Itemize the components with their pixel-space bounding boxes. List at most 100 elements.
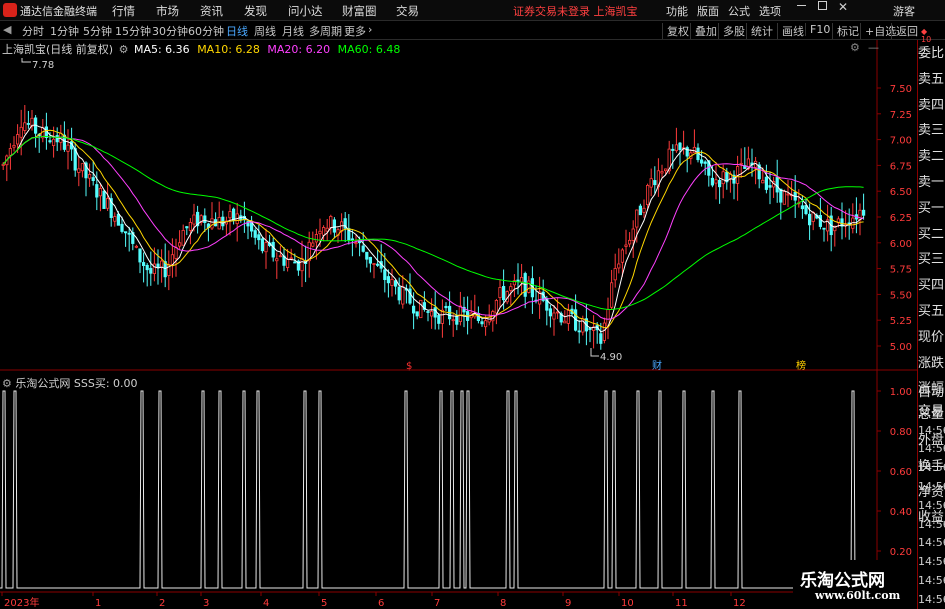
candle-body bbox=[375, 263, 380, 266]
sub-tick-label: 0.60 bbox=[890, 467, 912, 478]
price-tick-label: 7.50 bbox=[890, 84, 912, 95]
period-30min[interactable]: 30分钟 bbox=[152, 23, 188, 39]
chevron-right-icon[interactable]: › bbox=[368, 23, 372, 36]
sidebar-field-11: 现价 bbox=[918, 330, 945, 345]
settings-icon[interactable]: ⚙ bbox=[119, 43, 129, 56]
candle-body bbox=[203, 215, 207, 223]
candle-body bbox=[613, 268, 617, 281]
candle-body bbox=[628, 239, 632, 245]
candle-body bbox=[23, 122, 27, 131]
candle-body bbox=[26, 123, 31, 125]
candle-body bbox=[98, 188, 102, 197]
candle-body bbox=[779, 188, 783, 203]
menu-formula[interactable]: 公式 bbox=[728, 3, 750, 19]
menu-market-quote[interactable]: 行情 bbox=[112, 3, 135, 19]
minimize-icon[interactable] bbox=[797, 5, 806, 6]
sidebar-trade-9: 14:56 bbox=[918, 555, 945, 568]
candle-body bbox=[768, 185, 772, 188]
tool-draw-line[interactable]: 画线 bbox=[777, 23, 804, 39]
candle-body bbox=[325, 227, 329, 232]
low-price-label: 4.90 bbox=[600, 352, 622, 363]
candle-body bbox=[638, 205, 643, 216]
toolbar-arrow-icon[interactable]: ◀ bbox=[3, 23, 11, 36]
candle-body bbox=[800, 205, 805, 210]
candle-body bbox=[397, 286, 401, 301]
event-marker[interactable]: $ bbox=[406, 361, 412, 372]
candle-body bbox=[170, 254, 174, 265]
candle-body bbox=[660, 171, 664, 174]
candle-body bbox=[141, 262, 146, 266]
menu-trade[interactable]: 交易 bbox=[396, 3, 419, 19]
tool-f10[interactable]: F10 bbox=[805, 23, 830, 36]
candle-body bbox=[19, 126, 23, 138]
period-daily[interactable]: 日线 bbox=[226, 23, 248, 39]
sidebar-field-1: 卖五 bbox=[918, 72, 945, 87]
candle-body bbox=[714, 179, 718, 184]
period-multi[interactable]: 多周期 bbox=[309, 23, 342, 39]
candle-body bbox=[289, 257, 293, 260]
candle-body bbox=[419, 299, 423, 319]
tool-statistics[interactable]: 统计 bbox=[746, 23, 773, 39]
candle-body bbox=[55, 135, 59, 143]
sidebar-trade-4: 14:56 bbox=[918, 461, 945, 474]
candle-body bbox=[285, 259, 290, 268]
candle-body bbox=[588, 328, 592, 330]
candle-body bbox=[653, 180, 657, 186]
candle-body bbox=[563, 320, 567, 324]
candle-body bbox=[516, 279, 520, 282]
candle-body bbox=[566, 310, 571, 324]
period-monthly[interactable]: 月线 bbox=[282, 23, 304, 39]
period-1min[interactable]: 1分钟 bbox=[50, 23, 79, 39]
tool-restore-rights[interactable]: 复权 bbox=[662, 23, 689, 39]
candle-body bbox=[764, 176, 769, 190]
menu-layout[interactable]: 版面 bbox=[697, 3, 719, 19]
period-timeshare[interactable]: 分时 bbox=[22, 23, 44, 39]
menu-options[interactable]: 选项 bbox=[759, 3, 781, 19]
candle-body bbox=[339, 221, 344, 232]
menu-news[interactable]: 资讯 bbox=[200, 3, 223, 19]
menu-market[interactable]: 市场 bbox=[156, 3, 179, 19]
menu-wealth-circle[interactable]: 财富圈 bbox=[342, 3, 377, 19]
tool-back[interactable]: 返回 bbox=[891, 23, 918, 39]
kline-chart[interactable]: 7.50 7.25 7.00 6.75 6.50 6.25 6.00 5.75 5.50 5.25… bbox=[0, 40, 917, 609]
candle-body bbox=[577, 330, 581, 333]
stock-name-label: 上海凯宝(日线 前复权) bbox=[2, 43, 114, 56]
app-logo-icon bbox=[3, 3, 17, 17]
period-60min[interactable]: 60分钟 bbox=[188, 23, 224, 39]
event-marker[interactable]: 财 bbox=[652, 359, 662, 372]
event-marker[interactable]: 榜 bbox=[796, 359, 806, 372]
minimize-panel-icon[interactable]: — bbox=[868, 41, 879, 54]
restore-icon[interactable] bbox=[818, 1, 827, 10]
candle-body bbox=[329, 216, 333, 229]
sss-indicator-label: 乐淘公式网 SSS买: 0.00 bbox=[15, 377, 138, 390]
candle-body bbox=[721, 171, 725, 185]
sidebar-trade-6: 14:56 bbox=[918, 499, 945, 512]
tool-mark[interactable]: 标记 bbox=[832, 23, 859, 39]
candle-body bbox=[134, 245, 138, 248]
menu-discover[interactable]: 发现 bbox=[244, 3, 267, 19]
guest-account[interactable]: 游客 bbox=[893, 3, 915, 19]
app-title: 通达信金融终端 bbox=[20, 5, 97, 18]
indicator-settings-icon[interactable]: ⚙ bbox=[2, 377, 12, 390]
candle-body bbox=[782, 191, 787, 205]
period-more[interactable]: 更多 bbox=[344, 23, 366, 39]
candle-body bbox=[822, 227, 826, 230]
menu-function[interactable]: 功能 bbox=[666, 3, 688, 19]
settings-gear-icon[interactable]: ⚙ bbox=[850, 41, 860, 54]
sidebar-trade-10: 14:56 bbox=[918, 574, 945, 587]
price-tick-label: 6.00 bbox=[890, 239, 912, 250]
candle-body bbox=[624, 244, 628, 247]
candle-body bbox=[646, 185, 650, 205]
candle-body bbox=[278, 255, 283, 258]
period-15min[interactable]: 15分钟 bbox=[115, 23, 151, 39]
ma60-label: MA60: 6.48 bbox=[337, 43, 401, 56]
close-icon[interactable]: ✕ bbox=[838, 0, 848, 14]
sidebar-field-2: 卖四 bbox=[918, 98, 945, 113]
period-weekly[interactable]: 周线 bbox=[254, 23, 276, 39]
tool-multi-stock[interactable]: 多股 bbox=[718, 23, 745, 39]
period-5min[interactable]: 5分钟 bbox=[83, 23, 112, 39]
candle-body bbox=[383, 269, 387, 280]
menu-ask-xiaoda[interactable]: 问小达 bbox=[288, 3, 323, 19]
sidebar-trade-5: 14:56 bbox=[918, 480, 945, 493]
tool-overlay[interactable]: 叠加 bbox=[690, 23, 717, 39]
